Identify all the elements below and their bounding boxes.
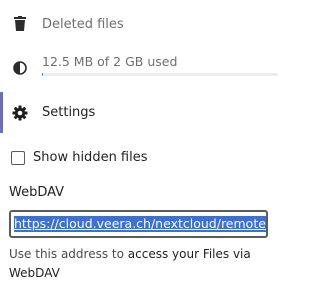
quota-label: 12.5 MB of 2 GB used (42, 54, 178, 69)
active-indicator (0, 92, 3, 133)
trash-icon (12, 16, 28, 32)
gear-icon (12, 105, 28, 121)
show-hidden-files-checkbox[interactable]: Show hidden files (11, 150, 148, 165)
pie-chart-icon (12, 60, 28, 76)
quota-progress-fill (42, 73, 44, 76)
nav-item-deleted-files[interactable]: Deleted files (0, 9, 286, 39)
webdav-url-value[interactable]: https://cloud.veera.ch/nextcloud/remote.… (14, 216, 266, 232)
webdav-hint: Use this address to access your Files vi… (9, 245, 277, 283)
checkbox-label: Show hidden files (33, 150, 148, 165)
nav-item-settings[interactable]: Settings (0, 92, 286, 133)
nav-item-label: Settings (42, 105, 96, 120)
nav-item-label: Deleted files (42, 16, 124, 32)
quota-progress-bar (42, 73, 278, 76)
webdav-url-field[interactable]: https://cloud.veera.ch/nextcloud/remote.… (9, 210, 268, 238)
webdav-hint-text: Use this address to (9, 247, 128, 261)
webdav-heading: WebDAV (9, 185, 65, 200)
checkbox-box[interactable] (11, 150, 25, 165)
quota-indicator: 12.5 MB of 2 GB used (0, 47, 286, 87)
